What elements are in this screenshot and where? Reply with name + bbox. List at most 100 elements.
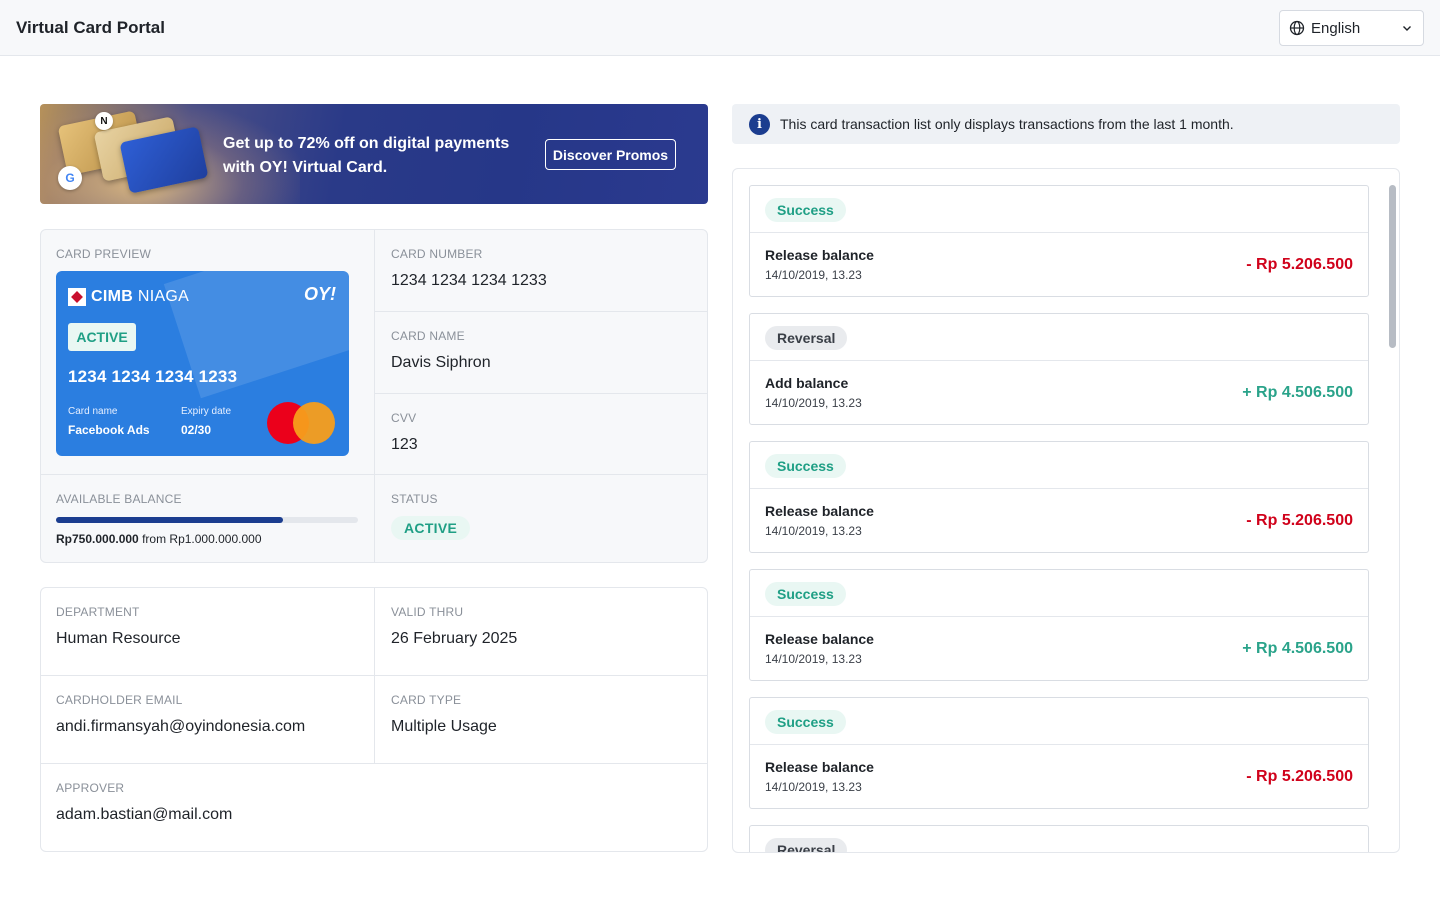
transaction-item[interactable]: Success Release balance 14/10/2019, 13.23 -… (749, 441, 1369, 553)
balance-total: from Rp1.000.000.000 (142, 532, 262, 546)
card-active-badge: ACTIVE (68, 323, 136, 351)
card-type-value: Multiple Usage (391, 718, 497, 735)
chevron-down-icon (1403, 26, 1411, 31)
transaction-amount: - Rp 5.206.500 (1246, 256, 1353, 273)
transaction-item[interactable]: Success Release balance 14/10/2019, 13.23 -… (749, 697, 1369, 809)
transaction-date: 14/10/2019, 13.23 (765, 524, 862, 538)
bank-name-light: NIAGA (137, 288, 190, 305)
cardholder-email-value: andi.firmansyah@oyindonesia.com (56, 718, 306, 735)
transaction-title: Release balance (765, 631, 874, 647)
department-value: Human Resource (56, 630, 181, 647)
notion-logo-icon: N (95, 112, 113, 130)
app-title: Virtual Card Portal (16, 18, 165, 37)
transaction-amount: + Rp 4.506.500 (1242, 384, 1353, 401)
transaction-list: Success Release balance 14/10/2019, 13.23 -… (749, 185, 1369, 852)
virtual-card: CIMB NIAGA OY! ACTIVE 1234 1234 1234 123… (56, 271, 349, 456)
scrollbar-thumb[interactable] (1389, 185, 1396, 348)
expiry-label: Expiry date (181, 406, 232, 417)
transaction-header: Reversal (750, 826, 1368, 852)
transaction-list-panel[interactable]: Success Release balance 14/10/2019, 13.23 -… (732, 168, 1400, 853)
valid-thru-label: VALID THRU (391, 605, 464, 619)
bank-name-bold: CIMB (91, 288, 134, 305)
card-details-panel: CARD PREVIEW CIMB NIAGA OY! ACTIVE 1234 … (40, 229, 708, 563)
approver-label: APPROVER (56, 781, 125, 795)
transaction-item[interactable]: Success Release balance 14/10/2019, 13.23 -… (749, 185, 1369, 297)
top-bar: Virtual Card Portal English (0, 0, 1440, 56)
card-name-label: Card name (68, 406, 118, 417)
card-type-label: CARD TYPE (391, 693, 462, 707)
transaction-notice: i This card transaction list only displa… (732, 104, 1400, 144)
transaction-header: Success (750, 442, 1368, 489)
promo-banner: N G Get up to 72% off on digital payment… (40, 104, 708, 204)
cardholder-email-label: CARDHOLDER EMAIL (56, 693, 183, 707)
available-balance-label: AVAILABLE BALANCE (56, 492, 182, 506)
transaction-date: 14/10/2019, 13.23 (765, 396, 862, 410)
promo-text-line: Get up to 72% off on digital payments (223, 135, 510, 152)
transaction-status-badge: Success (765, 710, 846, 734)
transaction-date: 14/10/2019, 13.23 (765, 268, 862, 282)
transaction-amount: + Rp 4.506.500 (1242, 640, 1353, 657)
transaction-header: Reversal (750, 314, 1368, 361)
approver-value: adam.bastian@mail.com (56, 806, 233, 823)
cvv-value: 123 (391, 436, 418, 453)
card-name-cell: CARD NAME Davis Siphron (375, 312, 707, 394)
transaction-amount: - Rp 5.206.500 (1246, 768, 1353, 785)
scrollbar[interactable] (1389, 185, 1396, 852)
cvv-label: CVV (391, 411, 417, 425)
card-number-value: 1234 1234 1234 1233 (391, 272, 547, 289)
google-logo-icon: G (58, 166, 82, 190)
valid-thru-cell: VALID THRU 26 February 2025 (375, 588, 707, 676)
valid-thru-value: 26 February 2025 (391, 630, 518, 647)
card-name-value: Facebook Ads (68, 423, 150, 437)
transaction-item[interactable]: Reversal (749, 825, 1369, 852)
transaction-title: Release balance (765, 503, 874, 519)
transaction-item[interactable]: Reversal Add balance 14/10/2019, 13.23 + Rp… (749, 313, 1369, 425)
discover-promos-button[interactable]: Discover Promos (545, 139, 676, 170)
transaction-date: 14/10/2019, 13.23 (765, 652, 862, 666)
card-type-cell: CARD TYPE Multiple Usage (375, 676, 707, 764)
transaction-header: Success (750, 186, 1368, 233)
balance-available: Rp750.000.000 (56, 532, 139, 546)
transaction-status-badge: Success (765, 454, 846, 478)
transaction-title: Release balance (765, 247, 874, 263)
balance-text: Rp750.000.000 from Rp1.000.000.000 (56, 532, 262, 546)
card-number-label: CARD NUMBER (391, 247, 483, 261)
transaction-header: Success (750, 698, 1368, 745)
cimb-logo-icon (68, 288, 86, 306)
cardholder-email-cell: CARDHOLDER EMAIL andi.firmansyah@oyindon… (41, 676, 375, 764)
card-info-panel: DEPARTMENT Human Resource VALID THRU 26 … (40, 587, 708, 852)
transaction-status-badge: Success (765, 198, 846, 222)
transaction-item[interactable]: Success Release balance 14/10/2019, 13.23 +… (749, 569, 1369, 681)
department-label: DEPARTMENT (56, 605, 140, 619)
card-preview-label: CARD PREVIEW (56, 247, 152, 261)
cvv-cell: CVV 123 (375, 394, 707, 475)
card-name-label: CARD NAME (391, 329, 465, 343)
transaction-amount: - Rp 5.206.500 (1246, 512, 1353, 529)
bank-logo: CIMB NIAGA (68, 288, 189, 306)
promo-text: Get up to 72% off on digital payments wi… (223, 132, 543, 180)
transaction-status-badge: Success (765, 582, 846, 606)
department-cell: DEPARTMENT Human Resource (41, 588, 375, 676)
card-number-display: 1234 1234 1234 1233 (68, 367, 238, 386)
oy-logo: OY! (303, 284, 336, 304)
available-balance-cell: AVAILABLE BALANCE Rp750.000.000 from Rp1… (41, 475, 375, 562)
approver-cell: APPROVER adam.bastian@mail.com (41, 764, 707, 851)
transaction-header: Success (750, 570, 1368, 617)
balance-progress-bar (56, 517, 358, 523)
card-number-cell: CARD NUMBER 1234 1234 1234 1233 (375, 230, 707, 312)
transaction-status-badge: Reversal (765, 326, 848, 350)
transaction-title: Release balance (765, 759, 874, 775)
mastercard-logo-icon (293, 402, 335, 444)
notice-text: This card transaction list only displays… (780, 116, 1234, 132)
transaction-title: Add balance (765, 375, 849, 391)
language-label: English (1311, 19, 1361, 37)
status-cell: STATUS ACTIVE (375, 475, 707, 562)
card-name-value: Davis Siphron (391, 354, 491, 371)
language-select[interactable]: English (1279, 10, 1424, 46)
status-label: STATUS (391, 492, 438, 506)
promo-text-line: with OY! Virtual Card. (223, 159, 388, 176)
card-preview-cell: CARD PREVIEW CIMB NIAGA OY! ACTIVE 1234 … (41, 230, 375, 475)
status-badge: ACTIVE (391, 516, 471, 540)
balance-progress-fill (56, 517, 283, 523)
transaction-status-badge: Reversal (765, 838, 848, 852)
